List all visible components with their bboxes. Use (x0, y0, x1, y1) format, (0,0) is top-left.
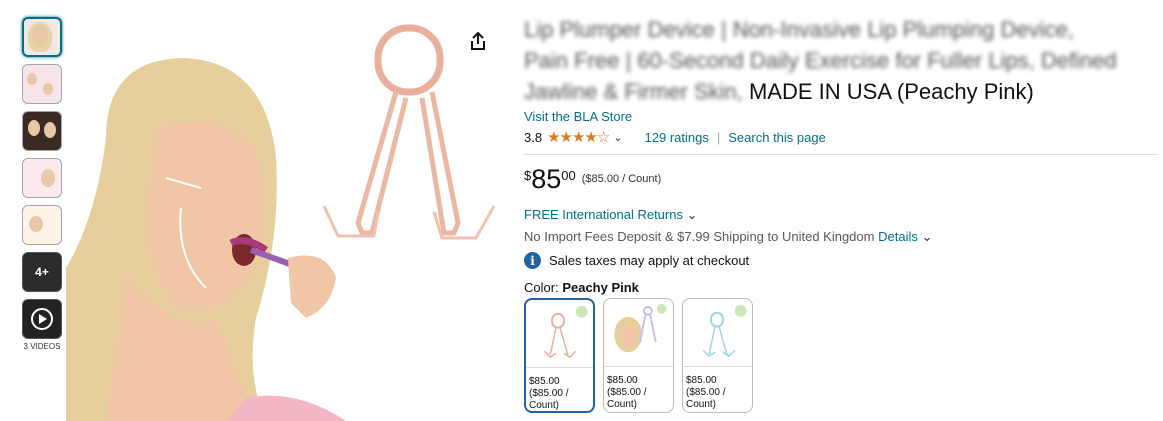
videos-label: 3 VIDEOS (23, 342, 61, 351)
swatch-variant-3[interactable]: $85.00 ($85.00 /Count) (682, 298, 753, 413)
product-page: 4+ 3 VIDEOS Lip Plumper Device | Non-Inv… (0, 0, 1163, 421)
swatch-unit-2: Count) (529, 400, 560, 411)
price-currency: $ (524, 168, 532, 183)
info-icon: i (524, 252, 541, 269)
color-selected: Peachy Pink (562, 280, 639, 295)
play-icon (31, 308, 53, 330)
swatch-price-1: $85.00 ($85.00 /Count) (526, 373, 593, 411)
details-link[interactable]: Details (878, 229, 918, 244)
title-line-3b: MADE IN USA (Peachy Pink) (748, 79, 1034, 104)
price-block: $ 85 00 ($85.00 / Count) (524, 165, 1160, 193)
swatch-unit: ($85.00 / (607, 387, 647, 398)
price-whole: 85 (531, 164, 562, 194)
shipping-info: No Import Fees Deposit & $7.99 Shipping … (524, 229, 1160, 245)
lip-device-illustration (322, 24, 496, 240)
title-line-3: Jawline & Firmer Skin, MADE IN USA (Peac… (524, 76, 1160, 107)
thumbnail-strip: 4+ 3 VIDEOS (22, 17, 64, 351)
thumbnail-3[interactable] (22, 111, 62, 151)
title-line-1: Lip Plumper Device | Non-Invasive Lip Pl… (524, 17, 1074, 42)
tax-text: Sales taxes may apply at checkout (549, 253, 750, 268)
color-label: Color: (524, 280, 559, 295)
chevron-down-icon[interactable]: ⌄ (921, 229, 932, 244)
swatch-price: $85.00 (607, 375, 638, 386)
product-title: Lip Plumper Device | Non-Invasive Lip Pl… (524, 14, 1160, 107)
price-fraction: 00 (561, 168, 576, 183)
ratings-count-link[interactable]: 129 ratings (645, 130, 709, 145)
thumbnail-video[interactable] (22, 299, 62, 339)
swatch-peachy-pink[interactable]: $85.00 ($85.00 /Count) (524, 298, 595, 413)
swatch-price-2: $85.00 ($85.00 /Count) (604, 372, 673, 412)
returns-text: FREE International Returns (524, 207, 683, 222)
rating-stars[interactable]: ★★★★☆ (547, 128, 610, 146)
swatch-variant-2[interactable]: $85.00 ($85.00 /Count) (603, 298, 674, 413)
chevron-down-icon: ⌄ (686, 207, 698, 222)
swatch-image-model (604, 299, 673, 367)
title-line-3a: Jawline & Firmer Skin, (524, 79, 743, 104)
model-photo (66, 58, 346, 421)
swatch-unit: ($85.00 / (529, 388, 569, 399)
thumbnail-2[interactable] (22, 64, 62, 104)
main-product-image[interactable] (66, 18, 506, 421)
swatch-unit-2: Count) (686, 399, 717, 410)
title-line-2: Pain Free | 60-Second Daily Exercise for… (524, 48, 1117, 73)
rating-value: 3.8 (524, 129, 543, 145)
color-swatches: $85.00 ($85.00 /Count) $85.00 ($85.00 /Cou… (524, 298, 1160, 413)
swatch-price: $85.00 (686, 375, 717, 386)
thumbnail-4[interactable] (22, 158, 62, 198)
color-label-row: Color: Peachy Pink (524, 280, 1160, 295)
share-icon[interactable] (467, 30, 489, 52)
chevron-down-icon[interactable]: ⌄ (613, 131, 622, 144)
search-page-link[interactable]: Search this page (728, 130, 826, 145)
price-per-unit: ($85.00 / Count) (581, 173, 662, 185)
swatch-image-pink (526, 300, 593, 368)
swatch-price-3: $85.00 ($85.00 /Count) (683, 372, 752, 412)
swatch-unit: ($85.00 / (686, 387, 726, 398)
thumbnail-1[interactable] (22, 17, 62, 57)
swatch-image-blue (683, 299, 752, 367)
thumbnail-5[interactable] (22, 205, 62, 245)
shipping-text: No Import Fees Deposit & $7.99 Shipping … (524, 229, 875, 244)
swatch-price: $85.00 (529, 376, 560, 387)
thumbnail-more[interactable]: 4+ (22, 252, 62, 292)
divider (524, 154, 1158, 155)
tax-note: i Sales taxes may apply at checkout (524, 252, 1160, 269)
separator: | (716, 129, 721, 145)
more-images-label: 4+ (35, 265, 49, 279)
returns-link[interactable]: FREE International Returns ⌄ (524, 207, 1160, 223)
product-details: Lip Plumper Device | Non-Invasive Lip Pl… (524, 14, 1160, 413)
rating-row: 3.8 ★★★★☆ ⌄ 129 ratings | Search this pa… (524, 128, 1160, 146)
store-link[interactable]: Visit the BLA Store (524, 109, 1160, 124)
swatch-unit-2: Count) (607, 399, 638, 410)
